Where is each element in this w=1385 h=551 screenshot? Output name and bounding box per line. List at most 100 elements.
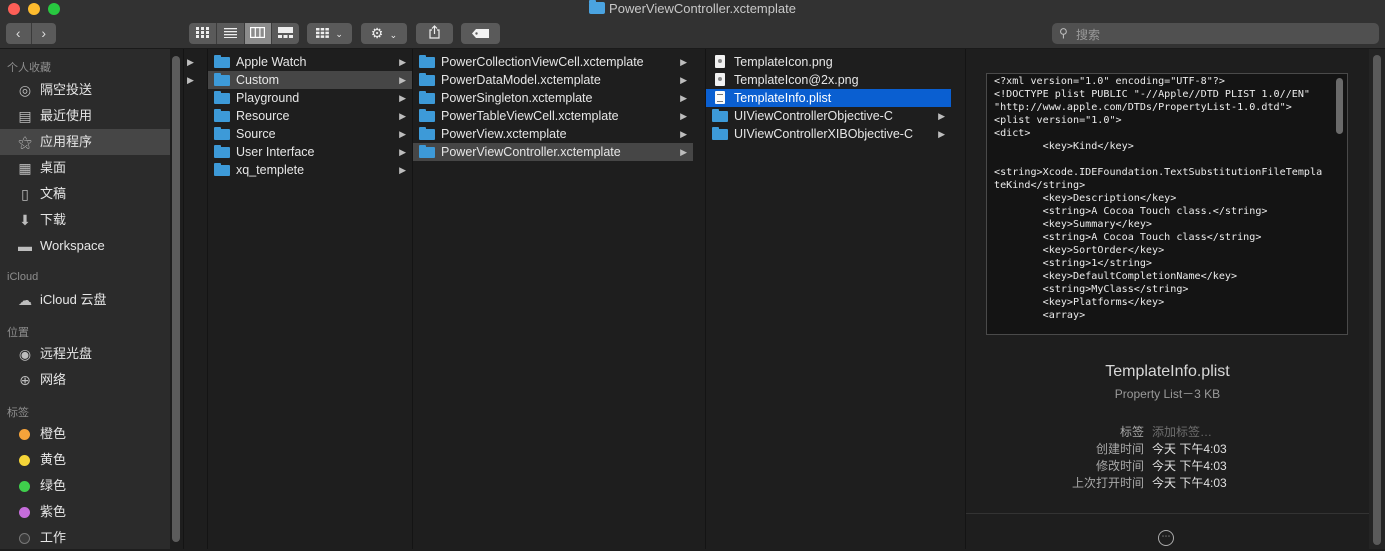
item-name: PowerDataModel.xctemplate xyxy=(441,73,601,87)
sidebar-item-documents[interactable]: ▯ 文稿 xyxy=(0,181,170,207)
disclosure-arrow-icon: ▶ xyxy=(187,57,194,67)
list-item[interactable]: PowerCollectionViewCell.xctemplate ▶ xyxy=(413,53,693,71)
sidebar-item-label: 紫色 xyxy=(40,504,67,519)
column-view-button[interactable] xyxy=(244,23,273,44)
list-item[interactable]: PowerViewController.xctemplate ▶ xyxy=(413,143,693,161)
documents-icon: ▯ xyxy=(21,186,29,202)
preview-pane-scrollbar[interactable] xyxy=(1373,55,1381,545)
list-item[interactable]: Custom ▶ xyxy=(208,71,412,89)
sidebar-item-label: 工作 xyxy=(40,530,67,545)
sidebar-item-label: 最近使用 xyxy=(40,108,93,123)
sidebar-tag-work[interactable]: 工作 xyxy=(0,525,170,551)
preview-scrollbar[interactable] xyxy=(1336,78,1343,134)
disclosure-arrow-icon: ▶ xyxy=(399,57,406,67)
meta-value-modified: 今天 下午4:03 xyxy=(1152,459,1227,473)
search-field[interactable]: ⚲ xyxy=(1052,23,1379,45)
item-name: PowerCollectionViewCell.xctemplate xyxy=(441,55,644,69)
list-item[interactable]: UIViewControllerXIBObjective-C ▶ xyxy=(706,125,951,143)
file-content-preview[interactable]: <?xml version="1.0" encoding="UTF-8"?> <… xyxy=(986,73,1348,335)
parent-column: ▶ ▶ xyxy=(184,49,207,549)
folder-column-1: Apple Watch ▶ Custom ▶ Playground ▶ Resourc… xyxy=(208,49,412,549)
sidebar-item-downloads[interactable]: ⬇ 下载 xyxy=(0,207,170,233)
tags-button[interactable] xyxy=(461,23,500,44)
sidebar-tag-orange[interactable]: 橙色 xyxy=(0,421,170,447)
tag-dot-icon xyxy=(19,507,30,518)
search-input[interactable] xyxy=(1074,24,1368,45)
folder-icon xyxy=(419,73,435,86)
folder-column-2: PowerCollectionViewCell.xctemplate ▶ Powe… xyxy=(413,49,705,549)
forward-button[interactable]: › xyxy=(32,23,57,44)
sidebar-item-label: Workspace xyxy=(40,238,105,253)
folder-icon xyxy=(214,127,230,140)
list-item[interactable]: Resource ▶ xyxy=(208,107,412,125)
share-button[interactable] xyxy=(416,23,453,44)
group-icon xyxy=(316,28,329,38)
sidebar-item-network[interactable]: ⊕ 网络 xyxy=(0,367,170,393)
tag-dot-icon xyxy=(19,533,30,544)
add-tags-field[interactable]: 添加标签… xyxy=(1152,423,1212,440)
group-by-button[interactable]: ⌄ xyxy=(307,23,352,44)
sidebar-item-remote-disc[interactable]: ◉ 远程光盘 xyxy=(0,341,170,367)
sidebar-item-label: iCloud 云盘 xyxy=(40,292,107,307)
list-item[interactable]: PowerSingleton.xctemplate ▶ xyxy=(413,89,693,107)
item-name: TemplateInfo.plist xyxy=(734,91,832,105)
preview-file-kind: Property List－3 KB xyxy=(1114,387,1221,401)
item-name: Apple Watch xyxy=(236,55,307,69)
list-item[interactable]: TemplateIcon.png xyxy=(706,53,951,71)
toolbar: PowerViewController.xctemplate ‹ › ⌄ ⚙ ⌄… xyxy=(0,0,1385,49)
list-item[interactable]: PowerView.xctemplate ▶ xyxy=(413,125,693,143)
more-actions-button[interactable]: ⋯ xyxy=(1158,530,1174,546)
list-item[interactable]: xq_templete ▶ xyxy=(208,161,412,179)
sidebar-item-applications[interactable]: ⚝ 应用程序 xyxy=(0,129,170,155)
list-item[interactable]: PowerDataModel.xctemplate ▶ xyxy=(413,71,693,89)
folder-icon: ▬ xyxy=(18,238,32,254)
list-item[interactable]: Playground ▶ xyxy=(208,89,412,107)
item-name: UIViewControllerXIBObjective-C xyxy=(734,127,913,141)
disclosure-arrow-icon: ▶ xyxy=(680,57,687,67)
list-item[interactable]: TemplateIcon@2x.png xyxy=(706,71,951,89)
plist-file-icon xyxy=(715,91,725,104)
disclosure-arrow-icon: ▶ xyxy=(399,129,406,139)
sidebar-item-workspace[interactable]: ▬ Workspace xyxy=(0,233,170,259)
folder-icon xyxy=(214,91,230,104)
sidebar-item-desktop[interactable]: ▦ 桌面 xyxy=(0,155,170,181)
sidebar-item-label: 下载 xyxy=(40,212,67,227)
sidebar-item-icloud-drive[interactable]: ☁ iCloud 云盘 xyxy=(0,287,170,313)
recents-icon: ▤ xyxy=(18,108,32,124)
tag-icon xyxy=(471,29,489,38)
sidebar-header-favorites: 个人收藏 xyxy=(7,62,51,74)
folder-column-3: TemplateIcon.png TemplateIcon@2x.png Tem… xyxy=(706,49,965,549)
preview-file-name: TemplateInfo.plist xyxy=(1105,363,1230,380)
sidebar-item-airdrop[interactable]: ◎ 隔空投送 xyxy=(0,77,170,103)
action-menu-button[interactable]: ⚙ ⌄ xyxy=(361,23,407,44)
list-item[interactable]: Apple Watch ▶ xyxy=(208,53,412,71)
item-name: User Interface xyxy=(236,145,315,159)
list-view-button[interactable] xyxy=(217,23,245,44)
grid-icon xyxy=(195,27,209,38)
sidebar-header-icloud: iCloud xyxy=(7,271,39,283)
list-item[interactable]: TemplateInfo.plist xyxy=(706,89,951,107)
list-icon xyxy=(223,28,237,38)
list-item[interactable]: User Interface ▶ xyxy=(208,143,412,161)
sidebar-item-label: 隔空投送 xyxy=(40,82,93,97)
item-name: PowerViewController.xctemplate xyxy=(441,145,621,159)
list-item[interactable]: PowerTableViewCell.xctemplate ▶ xyxy=(413,107,693,125)
icon-view-button[interactable] xyxy=(189,23,217,44)
back-button[interactable]: ‹ xyxy=(6,23,32,44)
sidebar-item-recents[interactable]: ▤ 最近使用 xyxy=(0,103,170,129)
gallery-view-button[interactable] xyxy=(272,23,299,44)
sidebar-tag-purple[interactable]: 紫色 xyxy=(0,499,170,525)
item-name: xq_templete xyxy=(236,163,305,177)
nav-buttons: ‹ › xyxy=(6,23,56,44)
folder-icon xyxy=(214,145,230,158)
sidebar-tag-yellow[interactable]: 黄色 xyxy=(0,447,170,473)
sidebar-scrollbar[interactable] xyxy=(172,56,180,542)
sidebar-tag-green[interactable]: 绿色 xyxy=(0,473,170,499)
desktop-icon: ▦ xyxy=(18,160,32,176)
disclosure-arrow-icon: ▶ xyxy=(680,93,687,103)
meta-label-last-opened: 上次打开时间 xyxy=(1071,476,1144,490)
tag-dot-icon xyxy=(19,455,30,466)
share-icon xyxy=(429,25,440,39)
list-item[interactable]: UIViewControllerObjective-C ▶ xyxy=(706,107,951,125)
list-item[interactable]: Source ▶ xyxy=(208,125,412,143)
